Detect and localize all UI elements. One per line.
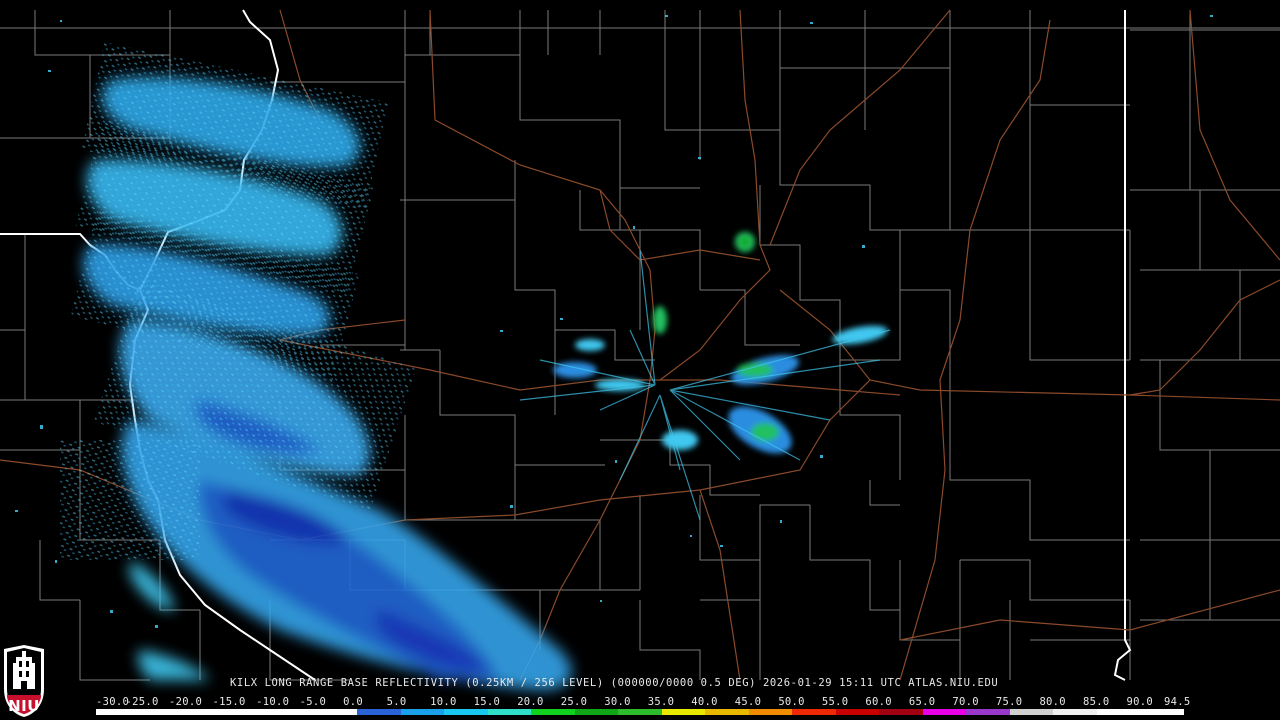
niu-logo-text: NIU [8, 697, 40, 715]
scale-label: 85.0 [1082, 696, 1110, 708]
scale-swatch [183, 709, 227, 715]
scale-swatch [270, 709, 314, 715]
scale-label: 20.0 [517, 696, 544, 708]
scale-label: 94.5 [1164, 696, 1191, 708]
scale-swatch [139, 709, 184, 715]
scale-label: -15.0 [212, 696, 246, 708]
scale-label: 60.0 [865, 696, 892, 708]
scale-swatch [400, 709, 445, 715]
scale-label: 10.0 [430, 696, 457, 708]
scale-swatch [1053, 709, 1097, 715]
scale-swatch [835, 709, 880, 715]
reflectivity-scale-labels: -30.0 -25.0 -20.0 -15.0 -10.0 -5.0 0.0 5.0 10.0 1… [96, 696, 1196, 708]
scale-label: 90.0 [1126, 696, 1153, 708]
scale-swatch [1009, 709, 1054, 715]
scale-swatch [313, 709, 358, 715]
scale-swatch [531, 709, 575, 715]
scale-label: 75.0 [995, 696, 1023, 708]
scale-swatch [661, 709, 706, 715]
scale-swatch [618, 709, 662, 715]
scale-swatch [705, 709, 749, 715]
scale-label: 0.0 [343, 696, 363, 708]
scale-swatch [1096, 709, 1141, 715]
scale-label: 45.0 [734, 696, 762, 708]
scale-swatch [96, 709, 140, 715]
scale-label: 30.0 [604, 696, 631, 708]
scale-label: 35.0 [647, 696, 675, 708]
scale-swatch [748, 709, 793, 715]
scale-label: 50.0 [778, 696, 805, 708]
scale-label: -30.0 [96, 696, 130, 708]
scale-label: 55.0 [821, 696, 849, 708]
scale-swatch [574, 709, 619, 715]
scale-swatch [226, 709, 271, 715]
scale-swatch [1140, 709, 1184, 715]
radar-map [0, 9, 1280, 690]
scale-swatch [357, 709, 401, 715]
scale-label: -25.0 [125, 696, 159, 708]
scale-swatch [487, 709, 532, 715]
scale-label: 40.0 [691, 696, 718, 708]
scale-label: 70.0 [952, 696, 979, 708]
scale-swatch [792, 709, 836, 715]
scale-label: -5.0 [299, 696, 327, 708]
scale-swatch [966, 709, 1010, 715]
scale-label: 15.0 [473, 696, 501, 708]
product-caption: KILX LONG RANGE BASE REFLECTIVITY (0.25K… [230, 677, 999, 689]
scale-swatch [444, 709, 488, 715]
scale-label: 80.0 [1039, 696, 1066, 708]
precipitation-echoes [15, 15, 1213, 690]
scale-label: -10.0 [256, 696, 290, 708]
reflectivity-color-scale [96, 709, 1184, 715]
scale-label: 25.0 [560, 696, 588, 708]
scale-swatch [879, 709, 923, 715]
scale-swatch [922, 709, 967, 715]
scale-label: -20.0 [169, 696, 203, 708]
scale-label: 5.0 [386, 696, 407, 708]
scale-label: 65.0 [908, 696, 936, 708]
